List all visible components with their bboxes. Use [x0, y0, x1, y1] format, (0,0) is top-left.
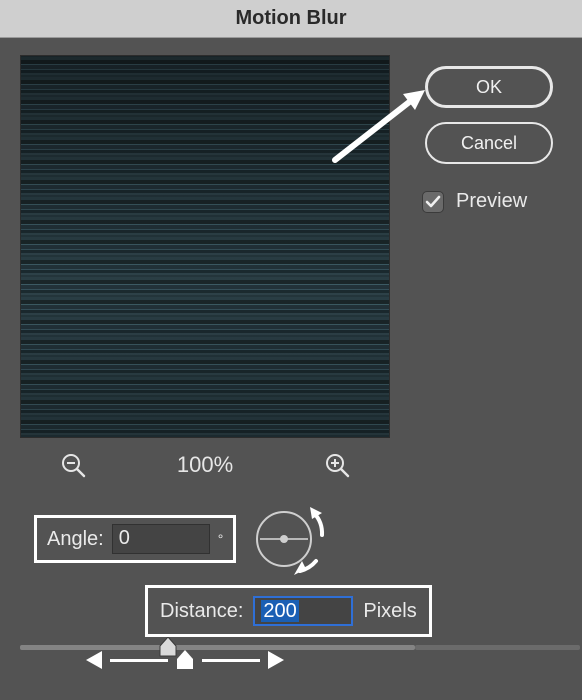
zoom-in-icon[interactable] [324, 452, 350, 478]
annotation-double-arrow-icon [86, 650, 284, 670]
thumb-marker-icon [176, 650, 194, 670]
angle-unit: ° [218, 531, 224, 547]
distance-highlight: Distance: 200 Pixels [145, 585, 432, 637]
zoom-level: 100% [177, 452, 233, 478]
distance-input[interactable]: 200 [253, 596, 353, 626]
zoom-out-icon[interactable] [60, 452, 86, 478]
angle-highlight: Angle: 0 ° [34, 515, 236, 563]
cancel-button[interactable]: Cancel [425, 122, 553, 164]
dialog-titlebar: Motion Blur [0, 0, 582, 38]
preview-checkbox[interactable] [422, 191, 444, 213]
distance-value: 200 [261, 600, 298, 622]
preview-label: Preview [456, 190, 527, 213]
angle-value: 0 [119, 527, 130, 549]
cancel-button-label: Cancel [461, 133, 517, 154]
angle-input[interactable]: 0 [112, 524, 210, 554]
distance-label: Distance: [160, 600, 243, 623]
preview-image [21, 56, 389, 437]
ok-button[interactable]: OK [425, 66, 553, 108]
ok-button-label: OK [476, 77, 502, 98]
check-icon [425, 194, 441, 210]
distance-unit: Pixels [363, 600, 416, 623]
angle-dial[interactable] [256, 505, 324, 573]
angle-label: Angle: [47, 528, 104, 551]
preview-canvas[interactable] [20, 55, 390, 438]
dial-arrows-icon [256, 505, 326, 575]
dialog-title: Motion Blur [235, 7, 346, 30]
